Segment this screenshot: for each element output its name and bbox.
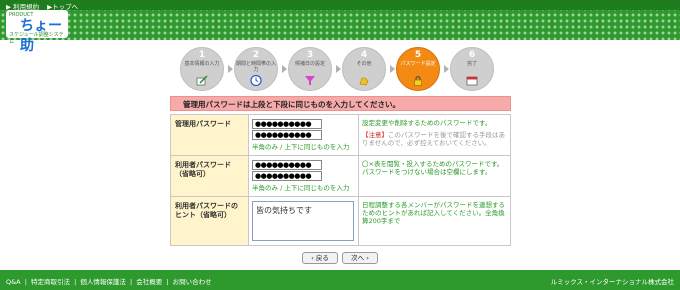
user-password-description: 〇×表を閲覧・投入するためのパスワードです。パスワードをつけない場合は空欄にしま… <box>358 155 511 197</box>
step-number: 1 <box>198 50 206 60</box>
footer-separator: | <box>166 278 169 286</box>
logo[interactable]: PRODUCT ちょー助 スケジュール調整システム <box>6 10 68 54</box>
step-4: 4 その他 <box>342 47 388 91</box>
password-hint-input-cell: 皆の気持ちです <box>248 196 359 246</box>
password-hint-description: 日程調整する各メンバーがパスワードを連想するためのヒントがあれば記入してください… <box>358 196 511 246</box>
logo-subtitle: スケジュール調整システム <box>9 32 64 45</box>
step-label: 期間と時間帯の入力 <box>236 61 277 73</box>
hand-icon <box>359 77 369 86</box>
user-password-label: 利用者パスワード（省略可） <box>170 155 249 197</box>
step-label: 候補日の設定 <box>294 61 325 67</box>
step-number: 3 <box>306 50 314 60</box>
step-1: 1 基本情報の入力 <box>180 47 226 91</box>
step-5-current: 5 パスワード設定 <box>396 47 442 91</box>
step-arrow <box>336 65 341 73</box>
faq-link[interactable]: Q&A <box>6 278 21 286</box>
step-3: 3 候補日の設定 <box>288 47 334 91</box>
admin-password-hint: 半角のみ / 上下に同じものを入力 <box>252 143 350 151</box>
admin-password-confirm-field[interactable]: ●●●●●●●●●● <box>252 130 322 140</box>
step-label: その他 <box>356 61 372 67</box>
step-number: 5 <box>414 50 422 60</box>
copyright: ルミックス・インターナショナル株式会社 <box>550 278 674 286</box>
step-arrow <box>282 65 287 73</box>
warning-tag: 【注意】 <box>362 131 388 139</box>
step-number: 6 <box>468 50 476 60</box>
user-password-row: 利用者パスワード（省略可） ●●●●●●●●●● ●●●●●●●●●● 半角のみ… <box>170 155 511 197</box>
password-hint-label: 利用者パスワードのヒント（省略可） <box>170 196 249 246</box>
chevron-left-icon: ‹ <box>311 254 314 262</box>
instruction-text: 管理用パスワードは上段と下段に同じものを入力してください。 <box>183 100 401 109</box>
step-arrow <box>228 65 233 73</box>
admin-password-desc-text: 設定変更や削除するためのパスワードです。 <box>362 119 492 127</box>
instruction-banner: 管理用パスワードは上段と下段に同じものを入力してください。 <box>170 96 511 111</box>
admin-password-row: 管理用パスワード ●●●●●●●●●● ●●●●●●●●●● 半角のみ / 上下… <box>170 114 511 156</box>
contact-link[interactable]: お問い合わせ <box>173 278 212 286</box>
company-link[interactable]: 会社概要 <box>136 278 162 286</box>
progress-steps: 1 基本情報の入力 2 期間と時間帯の入力 3 候補日の設定 4 その他 5 パ… <box>180 47 500 91</box>
next-button[interactable]: 次へ › <box>342 252 378 264</box>
user-password-hint: 半角のみ / 上下に同じものを入力 <box>252 184 350 192</box>
admin-password-inputs: ●●●●●●●●●● ●●●●●●●●●● 半角のみ / 上下に同じものを入力 <box>248 114 359 156</box>
footer-separator: | <box>24 278 27 286</box>
footer-separator: | <box>74 278 77 286</box>
password-hint-textarea[interactable]: 皆の気持ちです <box>252 201 354 241</box>
step-number: 2 <box>252 50 260 60</box>
footer-links: Q&A | 特定商取引法 | 個人情報保護法 | 会社概要 | お問い合わせ <box>6 276 214 286</box>
step-label: パスワード設定 <box>400 61 436 67</box>
step-label: 完了 <box>466 61 477 67</box>
user-password-inputs: ●●●●●●●●●● ●●●●●●●●●● 半角のみ / 上下に同じものを入力 <box>248 155 359 197</box>
chevron-right-icon: › <box>366 254 369 262</box>
step-2: 2 期間と時間帯の入力 <box>234 47 280 91</box>
clock-icon <box>250 75 262 86</box>
step-number: 4 <box>360 50 368 60</box>
footer: Q&A | 特定商取引法 | 個人情報保護法 | 会社概要 | お問い合わせ ル… <box>0 270 680 290</box>
step-arrow <box>444 65 449 73</box>
password-form: 管理用パスワード ●●●●●●●●●● ●●●●●●●●●● 半角のみ / 上下… <box>170 114 511 246</box>
filter-icon <box>305 76 315 85</box>
back-button[interactable]: ‹ 戻る <box>302 252 338 264</box>
commerce-law-link[interactable]: 特定商取引法 <box>31 278 70 286</box>
step-arrow <box>390 65 395 73</box>
lock-icon <box>414 76 422 86</box>
admin-password-label: 管理用パスワード <box>170 114 249 156</box>
user-password-confirm-field[interactable]: ●●●●●●●●●● <box>252 171 322 181</box>
privacy-law-link[interactable]: 個人情報保護法 <box>80 278 126 286</box>
top-link-bar <box>0 0 680 10</box>
back-button-label: 戻る <box>315 254 329 262</box>
step-label: 基本情報の入力 <box>184 61 220 67</box>
calendar-icon <box>466 76 478 86</box>
footer-separator: | <box>129 278 133 286</box>
admin-password-field[interactable]: ●●●●●●●●●● <box>252 119 322 129</box>
password-hint-row: 利用者パスワードのヒント（省略可） 皆の気持ちです 日程調整する各メンバーがパス… <box>170 196 511 246</box>
header-banner: ▶ 利用規約 ▶トップへ PRODUCT ちょー助 スケジュール調整システム <box>0 0 680 54</box>
step-6: 6 完了 <box>450 47 496 91</box>
next-button-label: 次へ <box>351 254 365 262</box>
admin-password-description: 設定変更や削除するためのパスワードです。 【注意】このパスワードを後で確認する手… <box>358 114 511 156</box>
pencil-icon <box>196 75 208 86</box>
user-password-field[interactable]: ●●●●●●●●●● <box>252 160 322 170</box>
